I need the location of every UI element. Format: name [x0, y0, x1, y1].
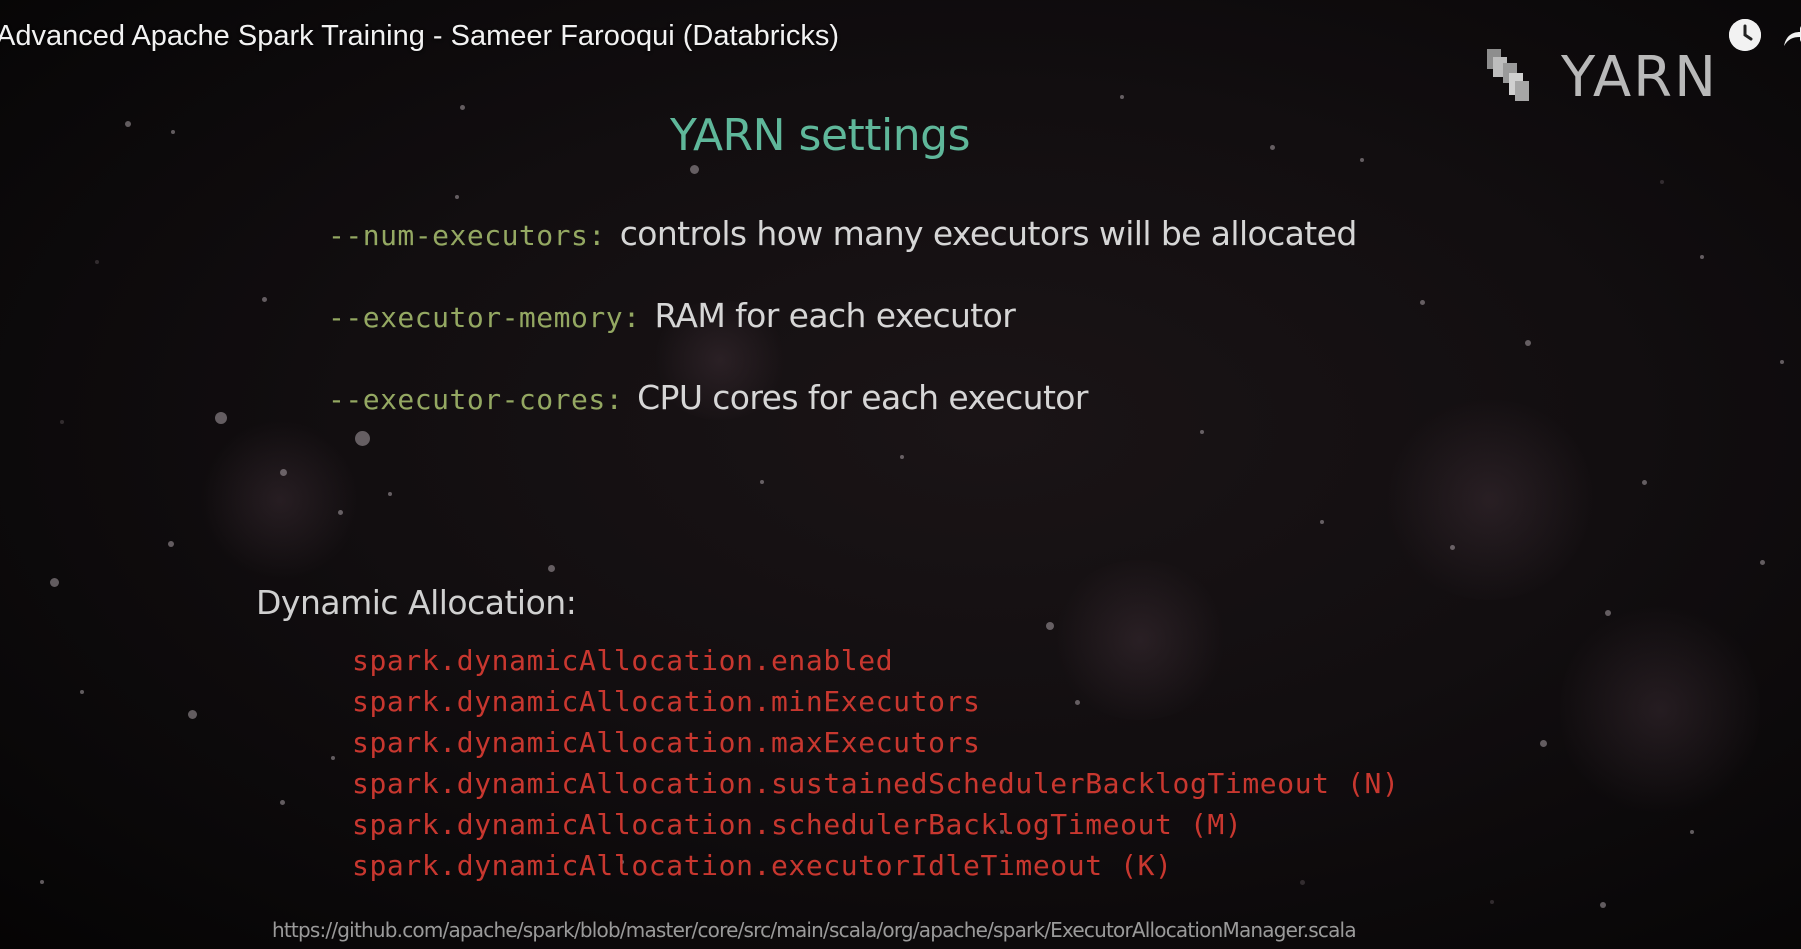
yarn-logo: YARN	[1485, 45, 1720, 110]
setting-description: CPU cores for each executor	[637, 378, 1088, 417]
video-frame[interactable]: Advanced Apache Spark Training - Sameer …	[0, 0, 1801, 949]
source-url: https://github.com/apache/spark/blob/mas…	[272, 918, 1357, 942]
video-title[interactable]: Advanced Apache Spark Training - Sameer …	[0, 20, 839, 53]
setting-key: --num-executors:	[328, 219, 606, 252]
config-property: spark.dynamicAllocation.executorIdleTime…	[352, 849, 1173, 882]
setting-key: --executor-cores:	[328, 383, 624, 416]
setting-executor-memory: --executor-memory: RAM for each executor	[328, 296, 1016, 335]
dynamic-allocation-list: spark.dynamicAllocation.enabled spark.dy…	[352, 640, 1399, 886]
yarn-logo-text: YARN	[1561, 45, 1718, 110]
config-property: spark.dynamicAllocation.schedulerBacklog…	[352, 808, 1243, 841]
share-button[interactable]	[1780, 20, 1801, 52]
watch-later-button[interactable]	[1729, 19, 1761, 51]
config-property: spark.dynamicAllocation.sustainedSchedul…	[352, 767, 1400, 800]
setting-description: RAM for each executor	[654, 296, 1016, 335]
setting-num-executors: --num-executors: controls how many execut…	[328, 214, 1357, 253]
clock-icon	[1729, 19, 1761, 51]
setting-executor-cores: --executor-cores: CPU cores for each exec…	[328, 378, 1088, 417]
setting-description: controls how many executors will be allo…	[619, 214, 1358, 253]
dynamic-allocation-heading: Dynamic Allocation:	[256, 583, 577, 622]
config-property: spark.dynamicAllocation.enabled	[352, 644, 894, 677]
config-property: spark.dynamicAllocation.minExecutors	[352, 685, 981, 718]
setting-key: --executor-memory:	[328, 301, 641, 334]
yarn-logo-icon	[1487, 49, 1529, 101]
share-arrow-icon	[1784, 26, 1801, 46]
slide-title: YARN settings	[670, 110, 971, 161]
config-property: spark.dynamicAllocation.maxExecutors	[352, 726, 981, 759]
